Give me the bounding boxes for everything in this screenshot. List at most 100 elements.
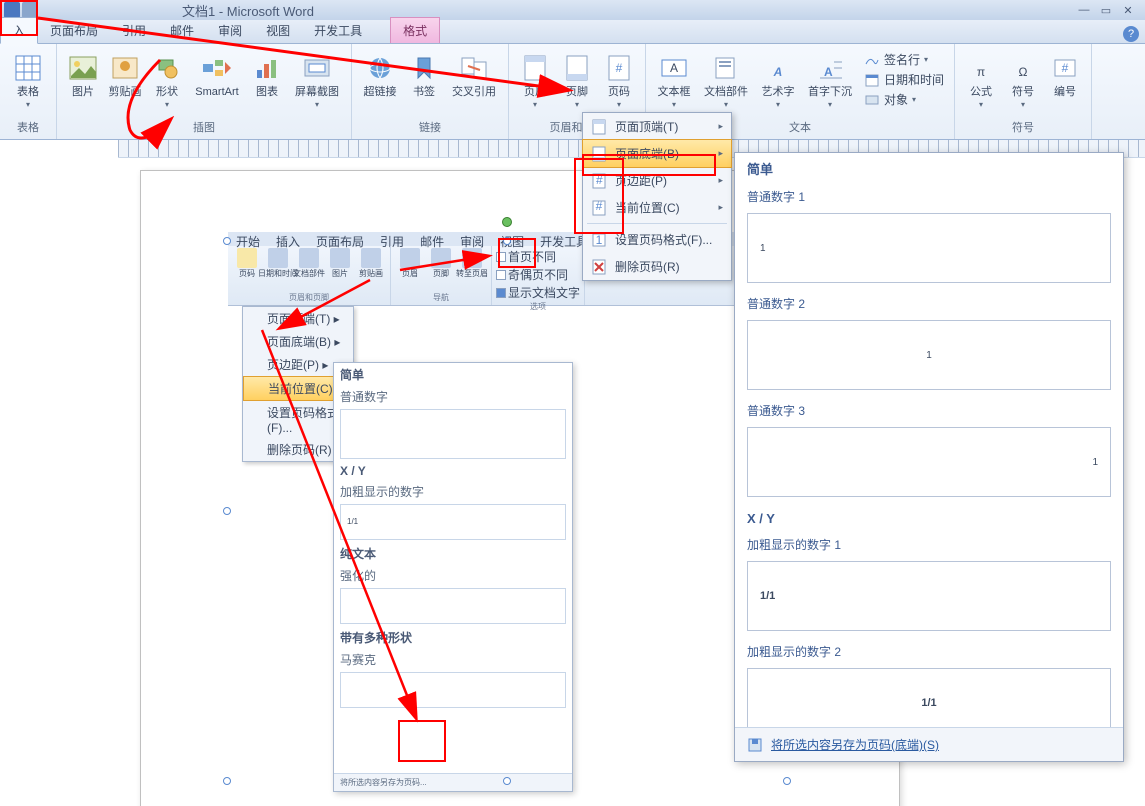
svg-text:A: A <box>824 65 833 79</box>
signature-button[interactable]: 签名行 ▾ <box>860 50 948 69</box>
save-icon[interactable] <box>4 2 20 18</box>
menu-remove-pagenum[interactable]: 删除页码(R) <box>583 253 731 280</box>
equation-icon: π <box>965 52 997 84</box>
textbox-icon: A <box>658 52 690 84</box>
chart-button[interactable]: 图表 <box>247 50 287 100</box>
clipart-icon <box>109 52 141 84</box>
tab-references[interactable]: 引用 <box>110 18 158 43</box>
wordart-button[interactable]: A艺术字▾ <box>756 50 800 111</box>
group-tables: 表格 ▾ 表格 <box>0 44 57 139</box>
symbol-icon: Ω <box>1007 52 1039 84</box>
clipart-button[interactable]: 剪贴画 <box>105 50 145 100</box>
number-button[interactable]: #编号 <box>1045 50 1085 100</box>
gallery-item-preview[interactable]: 1 <box>747 320 1111 390</box>
menu-format-pagenum[interactable]: 1设置页码格式(F)... <box>583 226 731 253</box>
wordart-icon: A <box>762 52 794 84</box>
format-icon: 1 <box>591 232 607 248</box>
svg-text:#: # <box>616 61 623 75</box>
bookmark-button[interactable]: 书签 <box>404 50 444 100</box>
picture-icon <box>67 52 99 84</box>
gallery-footer[interactable]: 将所选内容另存为页码(底端)(S) <box>735 727 1123 761</box>
footer-button[interactable]: 页脚▾ <box>557 50 597 111</box>
picture-button[interactable]: 图片 <box>63 50 103 100</box>
hyperlink-button[interactable]: 超链接 <box>358 50 402 100</box>
tab-developer[interactable]: 开发工具 <box>302 18 374 43</box>
inner-screenshot: 开始 插入 页面布局 引用 邮件 审阅 视图 开发工具 设计 页码 日期和时间 … <box>228 232 788 772</box>
header-button[interactable]: 页眉▾ <box>515 50 555 111</box>
svg-text:#: # <box>1062 61 1069 75</box>
header-icon <box>519 52 551 84</box>
shapes-icon <box>151 52 183 84</box>
group-symbols: π公式▾ Ω符号▾ #编号 符号 <box>955 44 1092 139</box>
tab-format[interactable]: 格式 <box>390 17 440 43</box>
submenu-arrow-icon: ▸ <box>718 121 723 132</box>
menu-page-bottom[interactable]: 页面底端(B)▸ <box>582 139 732 168</box>
submenu-arrow-icon: ▸ <box>718 175 723 186</box>
undo-icon[interactable] <box>22 2 38 18</box>
page-number-icon: # <box>603 52 635 84</box>
window-title: 文档1 - Microsoft Word <box>182 1 314 20</box>
equation-button[interactable]: π公式▾ <box>961 50 1001 111</box>
smartart-button[interactable]: SmartArt <box>189 50 245 100</box>
svg-text:A: A <box>773 65 783 79</box>
crossref-icon <box>458 52 490 84</box>
dropcap-icon: A <box>814 52 846 84</box>
menu-separator <box>587 223 727 224</box>
remove-icon <box>591 259 607 275</box>
tab-page-layout[interactable]: 页面布局 <box>38 18 110 43</box>
quickparts-button[interactable]: 文档部件▾ <box>698 50 754 111</box>
screenshot-button[interactable]: 屏幕截图▾ <box>289 50 345 111</box>
ribbon: 表格 ▾ 表格 图片 剪贴画 形状▾ SmartArt 图表 屏幕截图▾ 插图 … <box>0 44 1145 140</box>
object-button[interactable]: 对象 ▾ <box>860 90 948 109</box>
gallery-item-preview[interactable]: 1 <box>747 427 1111 497</box>
crossref-button[interactable]: 交叉引用 <box>446 50 502 100</box>
help-icon[interactable]: ? <box>1123 26 1139 42</box>
tab-review[interactable]: 审阅 <box>206 18 254 43</box>
inner-gallery: 简单 普通数字 X / Y 加粗显示的数字 1/1 纯文本 强化的 带有多种形状… <box>333 362 573 792</box>
gallery-item-preview[interactable]: 1/1 <box>747 561 1111 631</box>
page-margin-icon: # <box>591 173 607 189</box>
svg-text:1: 1 <box>596 233 603 247</box>
submenu-arrow-icon: ▸ <box>718 148 723 159</box>
tables-button[interactable]: 表格 ▾ <box>6 50 50 111</box>
textbox-button[interactable]: A文本框▾ <box>652 50 696 111</box>
page-number-gallery: 简单 普通数字 1 1 普通数字 2 1 普通数字 3 1 X / Y 加粗显示… <box>734 152 1124 762</box>
ribbon-tabs: 入 页面布局 引用 邮件 审阅 视图 开发工具 格式 <box>0 20 1145 44</box>
svg-text:#: # <box>596 173 603 187</box>
tab-mailings[interactable]: 邮件 <box>158 18 206 43</box>
page-number-menu: 页面顶端(T)▸ 页面底端(B)▸ #页边距(P)▸ #当前位置(C)▸ 1设置… <box>582 112 732 281</box>
close-button[interactable]: ✕ <box>1119 4 1137 17</box>
gallery-item-preview[interactable]: 1 <box>747 213 1111 283</box>
chart-icon <box>251 52 283 84</box>
tab-view[interactable]: 视图 <box>254 18 302 43</box>
group-illustrations: 图片 剪贴画 形状▾ SmartArt 图表 屏幕截图▾ 插图 <box>57 44 352 139</box>
dropcap-button[interactable]: A首字下沉▾ <box>802 50 858 111</box>
number-icon: # <box>1049 52 1081 84</box>
datetime-button[interactable]: 日期和时间 <box>860 70 948 89</box>
page-top-icon <box>591 119 607 135</box>
svg-text:A: A <box>670 61 678 75</box>
smartart-icon <box>201 52 233 84</box>
shapes-button[interactable]: 形状▾ <box>147 50 187 111</box>
svg-text:#: # <box>596 200 603 213</box>
minimize-button[interactable]: — <box>1075 4 1093 17</box>
menu-page-margin[interactable]: #页边距(P)▸ <box>583 167 731 194</box>
gallery-category: 简单 <box>735 153 1123 184</box>
page-number-button[interactable]: #页码▾ <box>599 50 639 111</box>
restore-button[interactable]: ▭ <box>1097 4 1115 17</box>
page-bottom-icon <box>591 146 607 162</box>
save-selection-icon <box>747 737 763 753</box>
calendar-icon <box>864 72 880 88</box>
gallery-item-label: 普通数字 3 <box>735 398 1123 423</box>
gallery-category: X / Y <box>735 505 1123 532</box>
bookmark-icon <box>408 52 440 84</box>
tab-insert[interactable]: 入 <box>0 17 38 44</box>
gallery-item-label: 加粗显示的数字 2 <box>735 639 1123 664</box>
gallery-item-label: 加粗显示的数字 1 <box>735 532 1123 557</box>
menu-current-pos[interactable]: #当前位置(C)▸ <box>583 194 731 221</box>
symbol-button[interactable]: Ω符号▾ <box>1003 50 1043 111</box>
object-icon <box>864 92 880 108</box>
gallery-item-label: 普通数字 1 <box>735 184 1123 209</box>
menu-page-top[interactable]: 页面顶端(T)▸ <box>583 113 731 140</box>
save-selection-link[interactable]: 将所选内容另存为页码(底端)(S) <box>771 736 939 753</box>
